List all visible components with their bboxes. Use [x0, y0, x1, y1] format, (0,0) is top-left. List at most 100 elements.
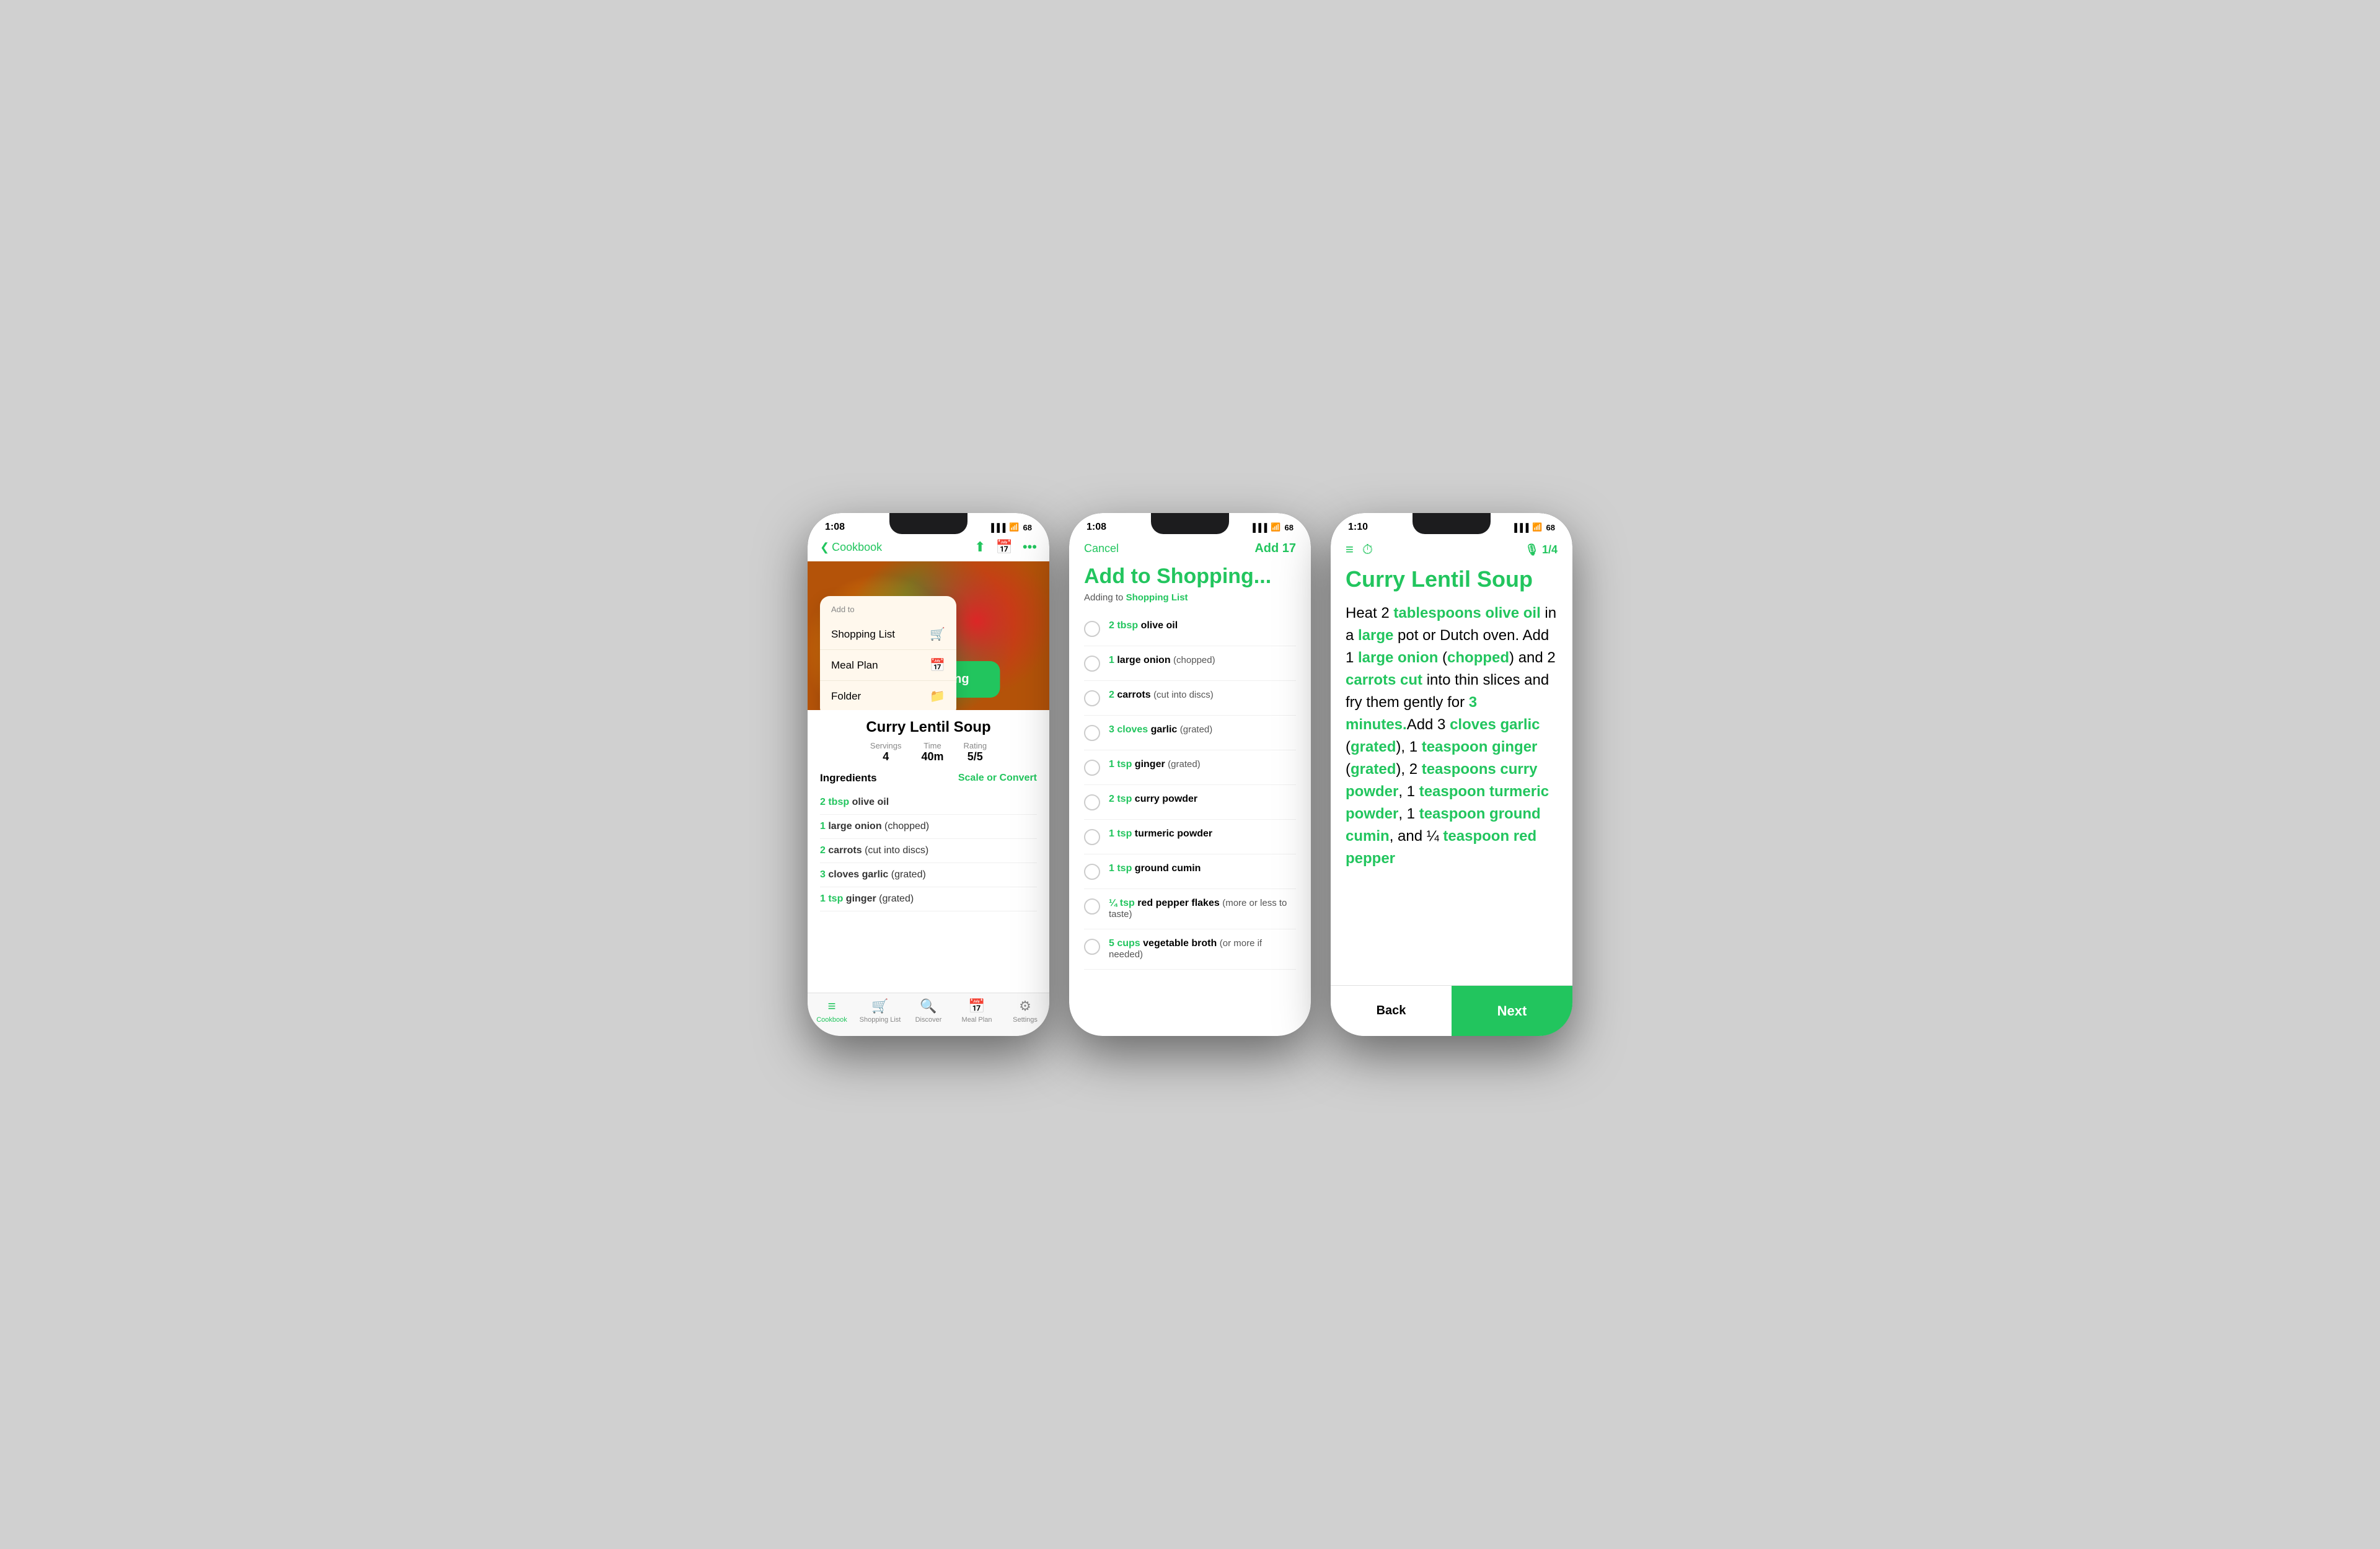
phone-3-screen: 1:10 ▐▐▐ 📶 68 ≡ ⏱ 🎙 1/4 Curry Lentil Sou…: [1331, 513, 1572, 1036]
time-value: 40m: [921, 750, 943, 763]
checkbox-onion[interactable]: [1084, 656, 1100, 672]
meal-plan-icon: 📅: [930, 657, 945, 673]
back-label: Cookbook: [832, 541, 882, 554]
add-button[interactable]: Add 17: [1254, 542, 1296, 556]
recipe-image: Add to Shopping List 🛒 Meal Plan 📅 Folde…: [808, 561, 1049, 710]
phone-2: 1:08 ▐▐▐ 📶 68 Cancel Add 17 Add to Shopp…: [1069, 513, 1311, 1036]
checkbox-cumin[interactable]: [1084, 864, 1100, 880]
scale-convert-button[interactable]: Scale or Convert: [958, 773, 1037, 784]
wifi-icon: 📶: [1009, 522, 1019, 532]
shop-item-text: 1 tsp turmeric powder: [1109, 828, 1212, 840]
more-icon[interactable]: •••: [1023, 539, 1037, 555]
recipe-list-icon[interactable]: ≡: [1346, 542, 1354, 558]
tab-meal-plan[interactable]: 📅 Meal Plan: [953, 998, 1001, 1024]
ingredients-header: Ingredients Scale or Convert: [820, 772, 1037, 784]
next-button[interactable]: Next: [1452, 986, 1572, 1036]
chevron-left-icon: ❮: [820, 541, 829, 554]
dropdown-label: Add to: [820, 602, 956, 619]
cancel-button[interactable]: Cancel: [1084, 542, 1119, 555]
step-label: 1/4: [1542, 543, 1558, 556]
status-time-1: 1:08: [825, 522, 845, 533]
shop-item-text: 1 large onion (chopped): [1109, 655, 1215, 666]
settings-tab-label: Settings: [1013, 1016, 1038, 1024]
checkbox-olive-oil[interactable]: [1084, 621, 1100, 637]
ingredient-item: 2 carrots (cut into discs): [820, 839, 1037, 863]
shopping-item: 3 cloves garlic (grated): [1084, 716, 1296, 750]
status-icons-3: ▐▐▐ 📶 68: [1512, 522, 1555, 532]
dropdown-item-folder[interactable]: Folder 📁: [820, 681, 956, 710]
highlight-carrots: carrots cut: [1346, 672, 1422, 688]
recipe-title-1: Curry Lentil Soup: [820, 719, 1037, 736]
status-icons-1: ▐▐▐ 📶 68: [989, 522, 1032, 532]
checkbox-pepper-flakes[interactable]: [1084, 898, 1100, 915]
meal-plan-tab-icon: 📅: [968, 998, 985, 1014]
shopping-cart-icon: 🛒: [930, 626, 945, 642]
highlight-olive-oil: tablespoons olive oil: [1393, 605, 1540, 621]
recipe-info: Curry Lentil Soup Servings 4 Time 40m Ra…: [808, 710, 1049, 911]
calendar-add-icon[interactable]: 📅: [995, 539, 1012, 555]
settings-tab-icon: ⚙: [1019, 998, 1031, 1014]
dropdown-item-shopping-list[interactable]: Shopping List 🛒: [820, 619, 956, 650]
ingredient-item: 3 cloves garlic (grated): [820, 863, 1037, 887]
nav-icons: ⬆ 📅 •••: [974, 539, 1037, 555]
shopping-item: 5 cups vegetable broth (or more if neede…: [1084, 929, 1296, 970]
folder-label: Folder: [831, 690, 861, 703]
shopping-list-label: Shopping List: [831, 628, 895, 641]
shopping-item: 2 tbsp olive oil: [1084, 612, 1296, 646]
rating-meta: Rating 5/5: [964, 741, 987, 763]
back-button[interactable]: Back: [1331, 986, 1452, 1036]
shopping-item: 1 large onion (chopped): [1084, 646, 1296, 681]
rating-value: 5/5: [964, 750, 987, 763]
highlight-onion: large onion: [1358, 649, 1438, 666]
cook-recipe-title: Curry Lentil Soup: [1331, 566, 1572, 602]
checkbox-broth[interactable]: [1084, 939, 1100, 955]
phone2-header: Cancel Add 17: [1069, 537, 1311, 564]
checkbox-curry[interactable]: [1084, 794, 1100, 810]
tab-cookbook[interactable]: ≡ Cookbook: [808, 998, 856, 1024]
microphone-icon[interactable]: 🎙: [1525, 543, 1539, 556]
shopping-list: 2 tbsp olive oil 1 large onion (chopped)…: [1069, 612, 1311, 970]
tab-shopping-list[interactable]: 🛒 Shopping List: [856, 998, 904, 1024]
highlight-garlic: cloves garlic: [1450, 716, 1540, 733]
wifi-icon-2: 📶: [1271, 522, 1280, 532]
signal-icon-3: ▐▐▐: [1512, 523, 1529, 532]
shopping-item: 1 tsp turmeric powder: [1084, 820, 1296, 854]
shop-item-text: 5 cups vegetable broth (or more if neede…: [1109, 938, 1296, 960]
shopping-tab-label: Shopping List: [860, 1016, 901, 1024]
checkbox-carrots[interactable]: [1084, 690, 1100, 706]
checkbox-ginger[interactable]: [1084, 760, 1100, 776]
phone-3: 1:10 ▐▐▐ 📶 68 ≡ ⏱ 🎙 1/4 Curry Lentil Sou…: [1331, 513, 1572, 1036]
shopping-item: 1 tsp ground cumin: [1084, 854, 1296, 889]
battery-icon-3: 68: [1546, 523, 1555, 532]
checkbox-turmeric[interactable]: [1084, 829, 1100, 845]
dropdown-item-meal-plan[interactable]: Meal Plan 📅: [820, 650, 956, 681]
shop-item-text: 1 tsp ground cumin: [1109, 863, 1201, 874]
meal-plan-tab-label: Meal Plan: [962, 1016, 992, 1024]
shop-item-text: ¼ tsp red pepper flakes (more or less to…: [1109, 898, 1296, 920]
tab-bar: ≡ Cookbook 🛒 Shopping List 🔍 Discover 📅 …: [808, 993, 1049, 1036]
tab-settings[interactable]: ⚙ Settings: [1001, 998, 1049, 1024]
discover-tab-icon: 🔍: [920, 998, 937, 1014]
status-time-3: 1:10: [1348, 522, 1368, 533]
notch-2: [1151, 513, 1229, 534]
notch-3: [1413, 513, 1491, 534]
phone-1-screen: 1:08 ▐▐▐ 📶 68 ❮ Cookbook ⬆ 📅 •••: [808, 513, 1049, 1036]
shopping-item: 1 tsp ginger (grated): [1084, 750, 1296, 785]
shopping-tab-icon: 🛒: [871, 998, 888, 1014]
ingredient-list-1: 2 tbsp olive oil 1 large onion (chopped)…: [820, 791, 1037, 911]
timer-icon[interactable]: ⏱: [1362, 542, 1373, 558]
tab-discover[interactable]: 🔍 Discover: [904, 998, 953, 1024]
ingredient-item: 1 tsp ginger (grated): [820, 887, 1037, 911]
back-to-cookbook-button[interactable]: ❮ Cookbook: [820, 541, 882, 554]
shop-item-text: 2 tbsp olive oil: [1109, 620, 1178, 631]
servings-value: 4: [870, 750, 902, 763]
adding-to-label: Adding to: [1084, 592, 1126, 603]
share-icon[interactable]: ⬆: [974, 539, 985, 555]
shopping-item: ¼ tsp red pepper flakes (more or less to…: [1084, 889, 1296, 929]
checkbox-garlic[interactable]: [1084, 725, 1100, 741]
highlight-large: large: [1358, 627, 1393, 644]
recipe-meta: Servings 4 Time 40m Rating 5/5: [820, 741, 1037, 763]
folder-icon: 📁: [930, 688, 945, 704]
left-icons: ≡ ⏱: [1346, 542, 1373, 558]
cookbook-tab-icon: ≡: [828, 998, 836, 1014]
